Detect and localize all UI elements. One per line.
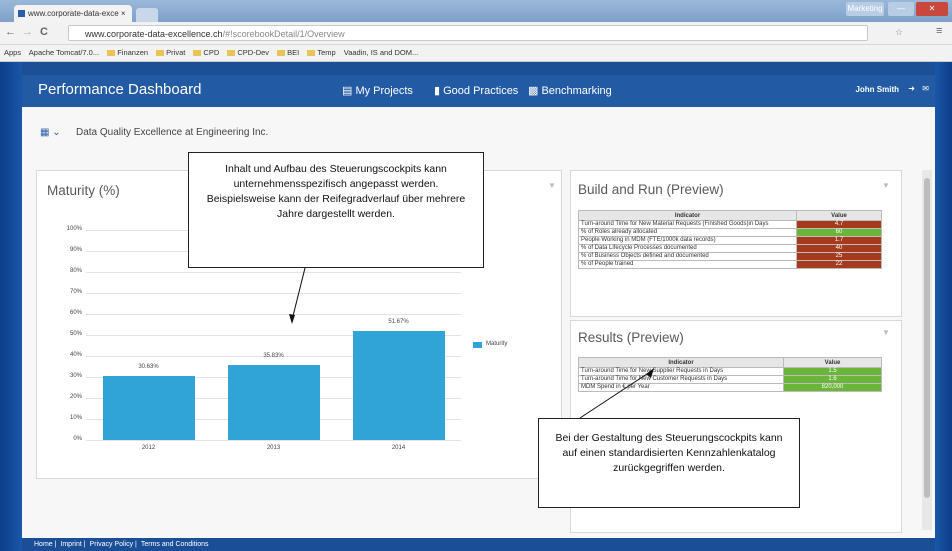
callout-pointers <box>289 267 654 419</box>
footer-link-home[interactable]: Home <box>34 541 53 548</box>
callout-top-pointer <box>291 267 306 321</box>
callout-bottom-arrowhead <box>646 368 654 378</box>
callout-top: Inhalt und Aufbau des Steuerungscockpits… <box>188 152 484 268</box>
footer-link-privacy[interactable]: Privacy Policy <box>90 541 134 548</box>
callout-top-arrowhead <box>289 314 295 324</box>
callout-bottom-pointer <box>579 371 651 419</box>
footer-link-terms[interactable]: Terms and Conditions <box>141 541 209 548</box>
footer-link-imprint[interactable]: Imprint <box>60 541 81 548</box>
callout-bottom: Bei der Gestaltung des Steuerungscockpit… <box>538 418 800 508</box>
footer: Home | Imprint | Privacy Policy | Terms … <box>22 538 935 551</box>
